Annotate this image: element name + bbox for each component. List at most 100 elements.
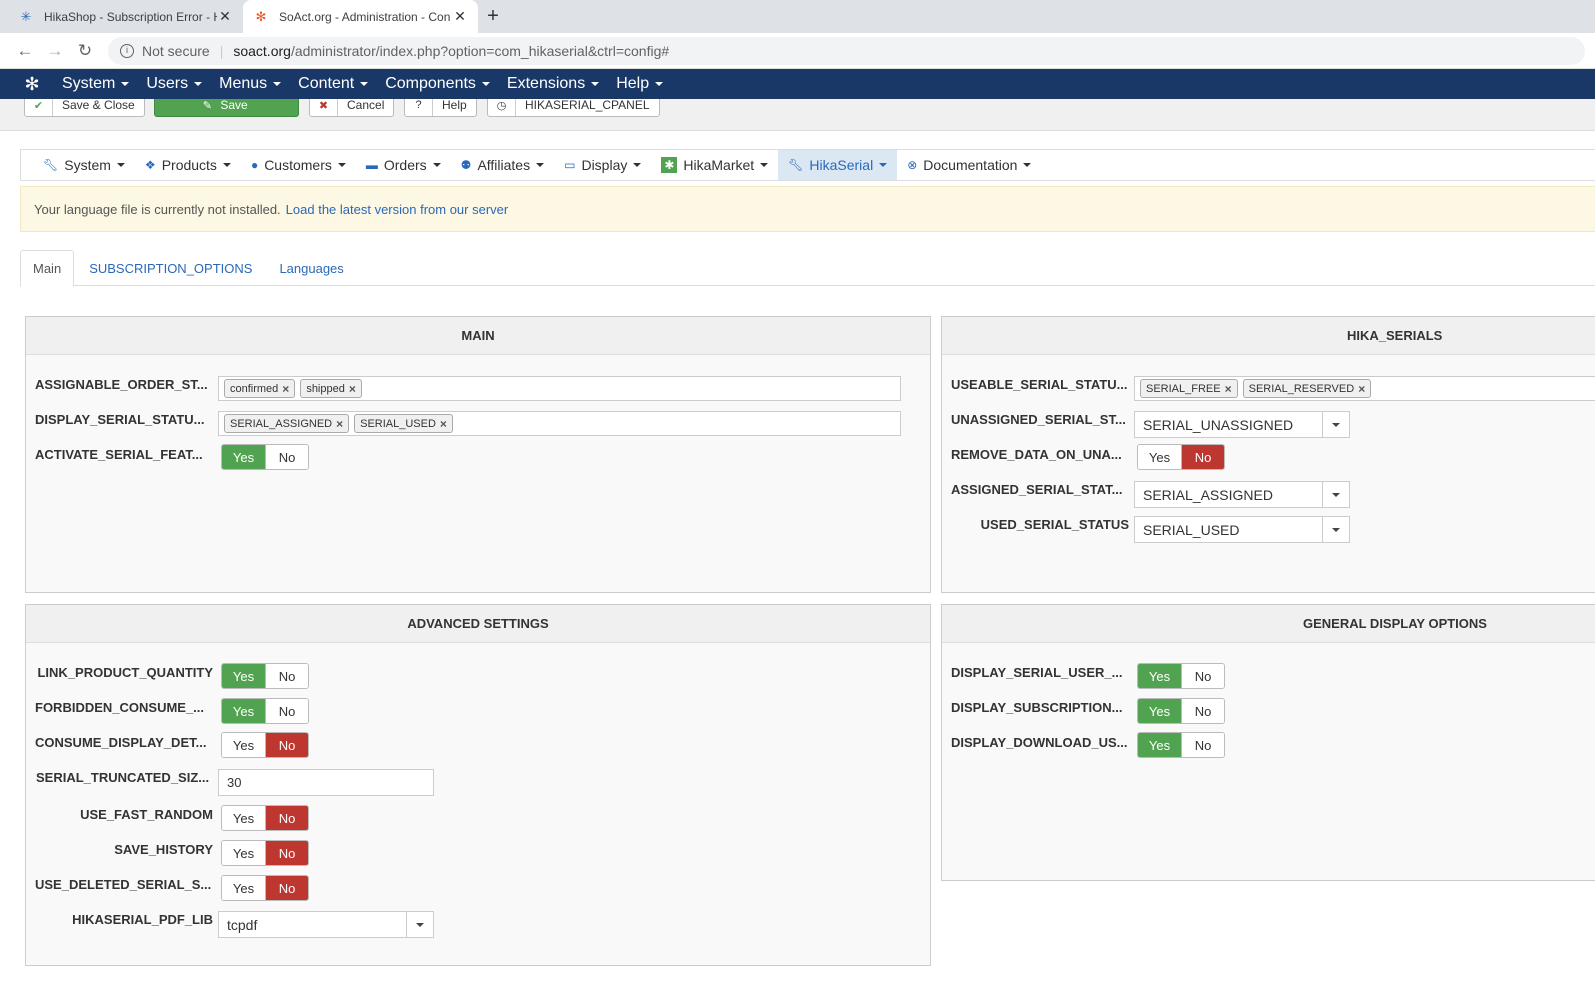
used-serial-status-select[interactable]: SERIAL_USED: [1134, 516, 1350, 543]
chevron-down-icon[interactable]: [1322, 412, 1349, 437]
menu-menus[interactable]: Menus: [219, 75, 282, 93]
cmenu-hikaserial[interactable]: 🔧︎ HikaSerial: [778, 150, 898, 180]
remove-tag-icon[interactable]: ×: [440, 417, 447, 431]
display-download-user-toggle[interactable]: Yes No: [1137, 732, 1225, 758]
pdf-lib-label: HIKASERIAL_PDF_LIB: [72, 912, 213, 927]
useable-serial-status-input[interactable]: SERIAL_FREE × SERIAL_RESERVED ×: [1134, 376, 1595, 401]
no-option[interactable]: No: [1181, 733, 1224, 757]
yes-option[interactable]: Yes: [222, 445, 265, 469]
yes-option[interactable]: Yes: [222, 841, 265, 865]
activate-serial-feature-toggle[interactable]: Yes No: [221, 444, 309, 470]
serial-truncated-size-input[interactable]: 30: [218, 769, 434, 796]
forbidden-consume-toggle[interactable]: Yes No: [221, 698, 309, 724]
cmenu-orders[interactable]: ▬ Orders: [356, 150, 451, 180]
use-fast-random-toggle[interactable]: Yes No: [221, 805, 309, 831]
cancel-button[interactable]: ✖ Cancel: [309, 99, 395, 117]
remove-tag-icon[interactable]: ×: [1225, 382, 1232, 396]
cmenu-hikamarket[interactable]: ✱ HikaMarket: [651, 150, 778, 180]
no-option[interactable]: No: [265, 664, 308, 688]
menu-users[interactable]: Users: [146, 75, 203, 93]
reload-icon[interactable]: ↻: [70, 41, 100, 61]
chevron-down-icon: [481, 82, 490, 86]
no-option[interactable]: No: [265, 699, 308, 723]
no-option[interactable]: No: [265, 445, 308, 469]
yes-option[interactable]: Yes: [222, 733, 265, 757]
tab-languages[interactable]: Languages: [267, 250, 355, 286]
no-option[interactable]: No: [265, 876, 308, 900]
load-language-link[interactable]: Load the latest version from our server: [286, 202, 509, 217]
no-option[interactable]: No: [265, 733, 308, 757]
no-option[interactable]: No: [1181, 445, 1224, 469]
yes-option[interactable]: Yes: [1138, 733, 1181, 757]
unassigned-serial-status-select[interactable]: SERIAL_UNASSIGNED: [1134, 411, 1350, 438]
consume-display-details-toggle[interactable]: Yes No: [221, 732, 309, 758]
component-menu: 🔧︎ System ❖ Products ● Customers ▬ Orders ⚉ A…: [20, 149, 1595, 181]
cmenu-products[interactable]: ❖ Products: [135, 150, 241, 180]
browser-tab-soact[interactable]: ✻ SoAct.org - Administration - Con ✕: [243, 0, 478, 33]
no-option[interactable]: No: [265, 806, 308, 830]
cpanel-button[interactable]: ◷ HIKASERIAL_CPANEL: [487, 99, 660, 117]
forward-arrow-icon[interactable]: →: [40, 41, 70, 61]
forbidden-consume-label: FORBIDDEN_CONSUME_...: [35, 700, 205, 715]
cmenu-affiliates[interactable]: ⚉ Affiliates: [451, 150, 554, 180]
remove-tag-icon[interactable]: ×: [1358, 382, 1365, 396]
no-option[interactable]: No: [1181, 664, 1224, 688]
chevron-down-icon[interactable]: [1322, 517, 1349, 542]
yes-option[interactable]: Yes: [1138, 664, 1181, 688]
yes-option[interactable]: Yes: [222, 699, 265, 723]
url-field[interactable]: i Not secure | soact.org /administrator/…: [108, 36, 1585, 65]
yes-option[interactable]: Yes: [222, 876, 265, 900]
remove-tag-icon[interactable]: ×: [336, 417, 343, 431]
cmenu-documentation[interactable]: ⊗ Documentation: [897, 150, 1041, 180]
menu-content[interactable]: Content: [298, 75, 369, 93]
no-option[interactable]: No: [265, 841, 308, 865]
yes-option[interactable]: Yes: [222, 664, 265, 688]
save-history-toggle[interactable]: Yes No: [221, 840, 309, 866]
no-option[interactable]: No: [1181, 699, 1224, 723]
menu-extensions[interactable]: Extensions: [507, 75, 600, 93]
close-tab-icon[interactable]: ✕: [217, 8, 233, 25]
remove-tag-icon[interactable]: ×: [349, 382, 356, 396]
check-icon: ✔: [25, 99, 53, 116]
tab-main[interactable]: Main: [20, 250, 75, 287]
close-tab-icon[interactable]: ✕: [452, 8, 468, 25]
save-button[interactable]: ✎ Save: [154, 99, 299, 117]
serial-truncated-size-label: SERIAL_TRUNCATED_SIZ...: [36, 770, 210, 785]
yes-option[interactable]: Yes: [222, 806, 265, 830]
save-close-button[interactable]: ✔ Save & Close: [24, 99, 145, 117]
menu-components[interactable]: Components: [385, 75, 490, 93]
cmenu-display[interactable]: ▭ Display: [554, 150, 651, 180]
new-tab-icon[interactable]: +: [478, 0, 508, 33]
menu-help[interactable]: Help: [616, 75, 664, 93]
dashboard-icon: ◷: [488, 99, 516, 116]
back-arrow-icon[interactable]: ←: [10, 41, 40, 61]
use-deleted-serial-toggle[interactable]: Yes No: [221, 875, 309, 901]
assigned-serial-status-select[interactable]: SERIAL_ASSIGNED: [1134, 481, 1350, 508]
panel-title: HIKA_SERIALS: [942, 317, 1595, 355]
pdf-lib-select[interactable]: tcpdf: [218, 911, 434, 938]
wrench-icon: 🔧︎: [43, 158, 59, 172]
display-serial-user-toggle[interactable]: Yes No: [1137, 663, 1225, 689]
panel-title: GENERAL DISPLAY OPTIONS: [942, 605, 1595, 643]
info-icon[interactable]: i: [120, 43, 134, 58]
tab-subscription-options[interactable]: SUBSCRIPTION_OPTIONS: [77, 250, 264, 286]
display-subscription-toggle[interactable]: Yes No: [1137, 698, 1225, 724]
chevron-down-icon[interactable]: [406, 912, 433, 937]
cmenu-system[interactable]: 🔧︎ System: [33, 150, 135, 180]
browser-tab-hikashop[interactable]: ✳ HikaShop - Subscription Error - H ✕: [8, 0, 243, 33]
link-product-quantity-toggle[interactable]: Yes No: [221, 663, 309, 689]
user-icon: ●: [250, 158, 259, 172]
remove-tag-icon[interactable]: ×: [282, 382, 289, 396]
cmenu-customers[interactable]: ● Customers: [241, 150, 356, 180]
display-serial-status-input[interactable]: SERIAL_ASSIGNED × SERIAL_USED ×: [218, 411, 901, 436]
yes-option[interactable]: Yes: [1138, 445, 1181, 469]
browser-tab-bar: ✳ HikaShop - Subscription Error - H ✕ ✻ …: [0, 0, 1595, 33]
joomla-logo-icon[interactable]: ✻: [22, 74, 42, 94]
assignable-order-status-input[interactable]: confirmed × shipped ×: [218, 376, 901, 401]
chevron-down-icon[interactable]: [1322, 482, 1349, 507]
menu-system[interactable]: System: [62, 75, 130, 93]
chevron-down-icon: [879, 163, 888, 167]
yes-option[interactable]: Yes: [1138, 699, 1181, 723]
remove-data-on-unassign-toggle[interactable]: Yes No: [1137, 444, 1225, 470]
help-button[interactable]: ? Help: [404, 99, 477, 117]
